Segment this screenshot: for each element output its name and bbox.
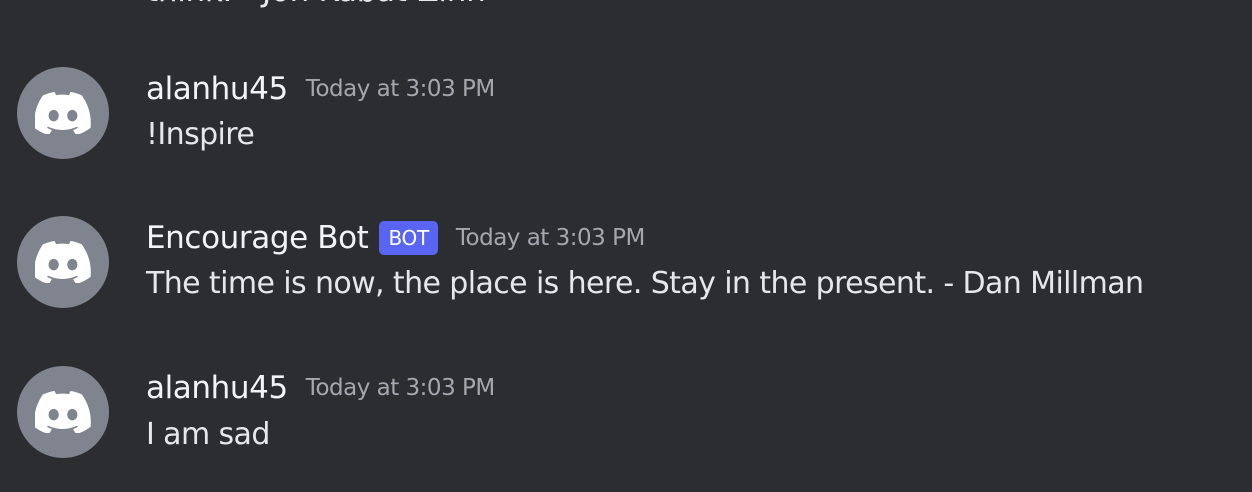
- avatar[interactable]: [17, 366, 109, 458]
- partial-message-text: think. - Jon Kabat-Zinn: [146, 0, 486, 9]
- message-header: Encourage Bot BOT Today at 3:03 PM: [146, 216, 645, 260]
- message-list: think. - Jon Kabat-Zinn alanhu45 Today a…: [0, 0, 1252, 492]
- message-header: alanhu45 Today at 3:03 PM: [146, 366, 495, 410]
- avatar[interactable]: [17, 67, 109, 159]
- message-content: !Inspire: [146, 117, 255, 152]
- message-header: alanhu45 Today at 3:03 PM: [146, 67, 495, 111]
- username[interactable]: alanhu45: [146, 71, 288, 107]
- bot-tag: BOT: [379, 221, 438, 255]
- discord-logo-icon: [35, 241, 91, 283]
- discord-logo-icon: [35, 92, 91, 134]
- avatar[interactable]: [17, 216, 109, 308]
- message-item[interactable]: alanhu45 Today at 3:03 PM I am sad: [0, 366, 1252, 466]
- message-content: The time is now, the place is here. Stay…: [146, 266, 1144, 301]
- timestamp[interactable]: Today at 3:03 PM: [306, 76, 495, 102]
- message-item[interactable]: alanhu45 Today at 3:03 PM !Inspire: [0, 67, 1252, 167]
- timestamp[interactable]: Today at 3:03 PM: [306, 375, 495, 401]
- message-item[interactable]: Encourage Bot BOT Today at 3:03 PM The t…: [0, 216, 1252, 316]
- timestamp[interactable]: Today at 3:03 PM: [456, 225, 645, 251]
- username[interactable]: Encourage Bot: [146, 220, 369, 256]
- message-content: I am sad: [146, 417, 270, 452]
- username[interactable]: alanhu45: [146, 370, 288, 406]
- discord-logo-icon: [35, 391, 91, 433]
